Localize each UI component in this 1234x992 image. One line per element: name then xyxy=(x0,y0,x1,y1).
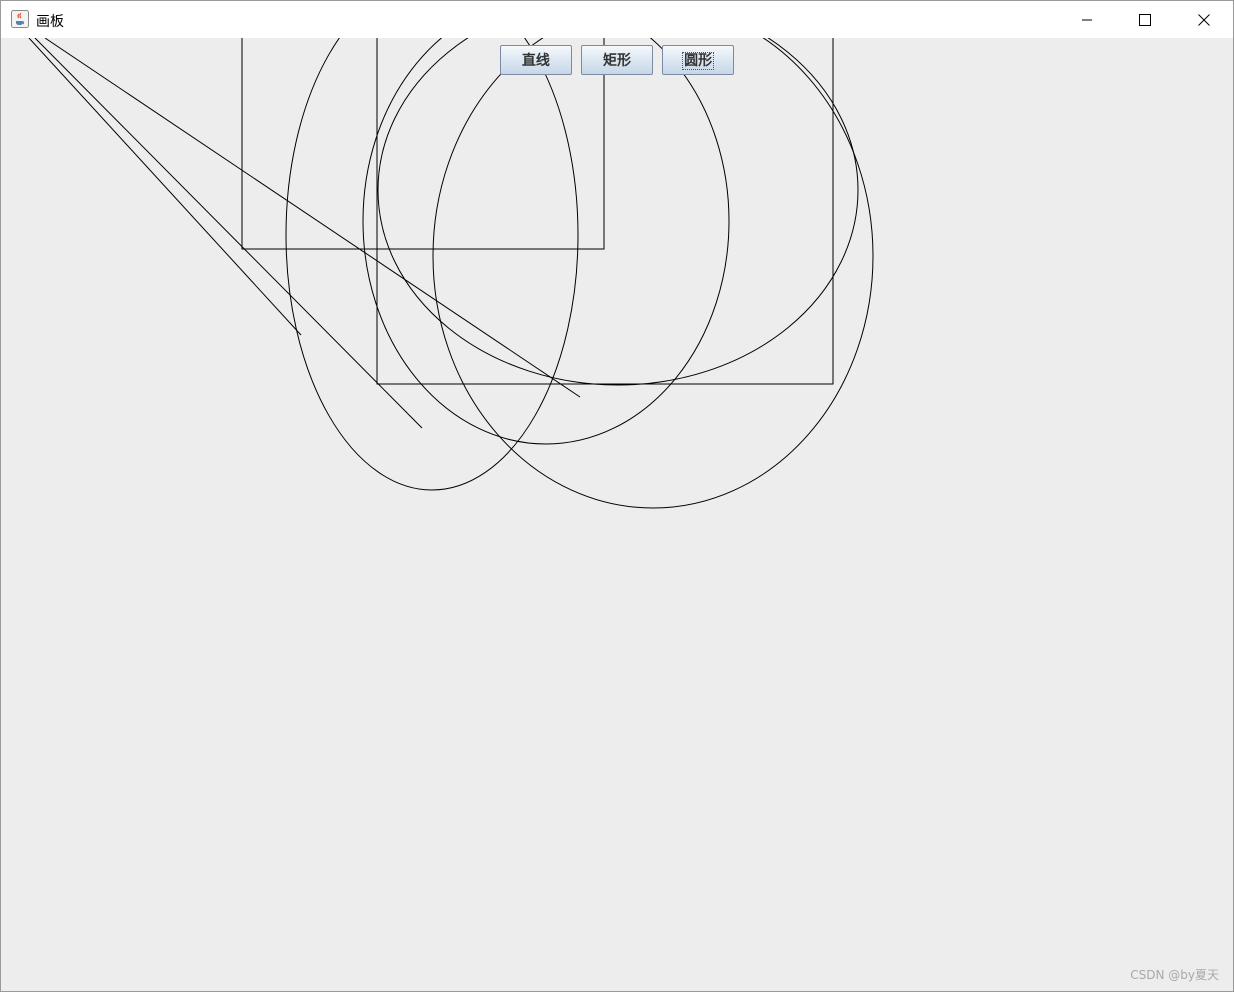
drawn-line xyxy=(28,38,302,336)
circle-button-label: 圆形 xyxy=(682,52,715,70)
line-button[interactable]: 直线 xyxy=(499,45,572,75)
title-bar[interactable]: 画板 xyxy=(1,1,1233,38)
drawn-shapes xyxy=(28,38,874,509)
minimize-icon xyxy=(1081,14,1093,26)
rectangle-button-label: 矩形 xyxy=(603,53,631,69)
circle-button[interactable]: 圆形 xyxy=(662,45,735,75)
minimize-button[interactable] xyxy=(1058,1,1116,38)
watermark: CSDN @by夏天 xyxy=(1130,968,1219,982)
drawn-line xyxy=(34,38,423,429)
drawn-ellipse xyxy=(377,38,859,386)
close-icon xyxy=(1198,13,1210,26)
drawn-line xyxy=(44,38,581,398)
app-window: 画板 直线 矩形 圆形 CSDN @by夏天 xyxy=(0,0,1234,992)
maximize-button[interactable] xyxy=(1116,1,1174,38)
rectangle-button[interactable]: 矩形 xyxy=(581,45,653,75)
drawn-ellipse xyxy=(432,38,874,509)
drawn-ellipse xyxy=(362,38,730,445)
line-button-label: 直线 xyxy=(521,53,550,69)
java-cup-icon xyxy=(11,10,29,28)
shape-toolbar: 直线 矩形 圆形 xyxy=(1,45,1233,75)
window-title: 画板 xyxy=(36,14,64,30)
maximize-icon xyxy=(1139,13,1151,26)
close-button[interactable] xyxy=(1175,1,1233,38)
drawing-canvas[interactable]: 直线 矩形 圆形 CSDN @by夏天 xyxy=(1,38,1233,991)
drawn-ellipse xyxy=(285,38,579,491)
drawn-rectangle xyxy=(376,38,834,385)
